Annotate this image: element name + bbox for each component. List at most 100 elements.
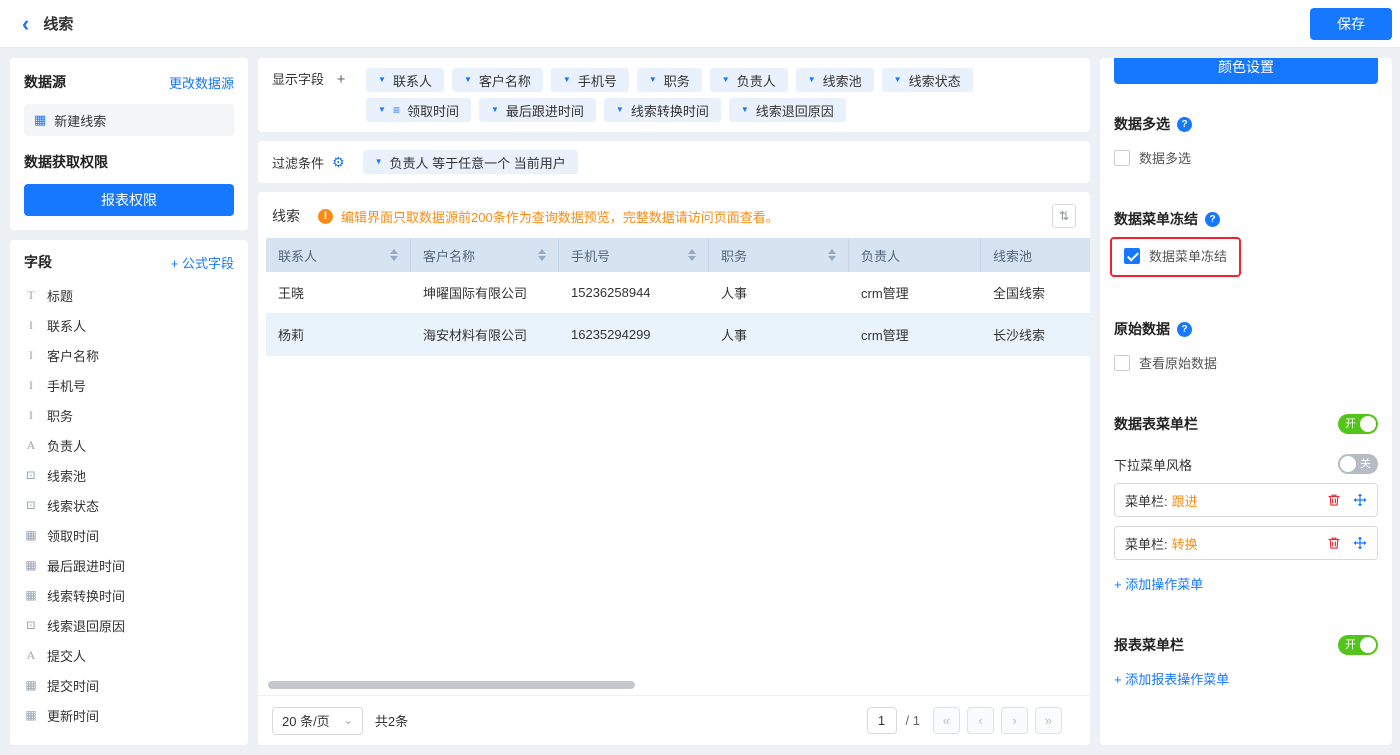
sort-order-button[interactable]: ⇅	[1052, 204, 1076, 228]
field-item[interactable]: I 联系人	[24, 310, 234, 340]
multi-select-checkbox-row[interactable]: 数据多选	[1114, 148, 1378, 167]
report-menu-section: 报表菜单栏 开 + 添加报表操作菜单	[1114, 635, 1378, 688]
first-page-button[interactable]: «	[933, 707, 960, 734]
field-item[interactable]: ⊡ 线索池	[24, 460, 234, 490]
field-chip[interactable]: ▼ 最后跟进时间	[479, 98, 596, 122]
data-permission-title: 数据获取权限	[24, 152, 234, 172]
help-icon[interactable]: ?	[1177, 117, 1192, 132]
save-button[interactable]: 保存	[1310, 8, 1392, 40]
raw-data-checkbox-row[interactable]: 查看原始数据	[1114, 353, 1378, 372]
report-menu-toggle[interactable]: 开	[1338, 635, 1378, 655]
filter-condition-chip[interactable]: ▼ 负责人 等于任意一个 当前用户	[363, 150, 578, 174]
field-chip[interactable]: ▼ 线索状态	[882, 68, 973, 92]
field-chip[interactable]: ▼ 线索退回原因	[729, 98, 846, 122]
menu-freeze-title: 数据菜单冻结	[1114, 209, 1198, 229]
table-header-row: 联系人 客户名称 手机号 职务	[266, 238, 1090, 272]
filter-label: 过滤条件	[272, 153, 324, 172]
help-icon[interactable]: ?	[1205, 212, 1220, 227]
datasource-item[interactable]: ▦ 新建线索	[24, 104, 234, 136]
fields-title: 字段	[24, 252, 52, 272]
select-icon: ⊡	[24, 498, 38, 513]
multi-select-title: 数据多选	[1114, 114, 1170, 134]
trash-icon[interactable]	[1327, 493, 1341, 507]
color-settings-button[interactable]: 颜色设置	[1114, 58, 1378, 84]
field-chip[interactable]: ▼ ≡ 领取时间	[366, 98, 471, 122]
move-icon[interactable]	[1353, 536, 1367, 550]
left-sidebar: 数据源 更改数据源 ▦ 新建线索 数据获取权限 报表权限 字段 + 公式字段 T…	[10, 58, 248, 745]
menu-freeze-section: 数据菜单冻结 ? 数据菜单冻结	[1114, 209, 1378, 277]
next-page-button[interactable]: ›	[1001, 707, 1028, 734]
column-sorter-icon[interactable]	[688, 249, 696, 261]
column-header[interactable]: 负责人	[849, 238, 981, 272]
page-title: 线索	[43, 13, 73, 34]
column-sorter-icon[interactable]	[538, 249, 546, 261]
field-item[interactable]: I 手机号	[24, 370, 234, 400]
page-size-select[interactable]: 20 条/页 ⌄	[272, 707, 363, 735]
field-item[interactable]: A 负责人	[24, 430, 234, 460]
table-row[interactable]: 王晓 坤曜国际有限公司 15236258944 人事 crm管理 全国线索	[266, 272, 1090, 314]
text-icon: I	[24, 408, 38, 423]
raw-data-section: 原始数据 ? 查看原始数据	[1114, 319, 1378, 372]
field-chip[interactable]: ▼ 线索池	[796, 68, 874, 92]
field-item[interactable]: I 客户名称	[24, 340, 234, 370]
help-icon[interactable]: ?	[1177, 322, 1192, 337]
field-item[interactable]: ▦ 领取时间	[24, 520, 234, 550]
checkbox-checked[interactable]	[1124, 248, 1140, 264]
settings-panel: 颜色设置 数据多选 ? 数据多选 数据菜单冻结 ? 数据菜单冻结	[1100, 58, 1392, 745]
field-item[interactable]: I 职务	[24, 400, 234, 430]
last-page-button[interactable]: »	[1035, 707, 1062, 734]
add-report-action-menu-link[interactable]: + 添加报表操作菜单	[1114, 669, 1229, 688]
move-icon[interactable]	[1353, 493, 1367, 507]
field-chip[interactable]: ▼ 手机号	[551, 68, 629, 92]
chevron-down-icon: ▼	[722, 76, 730, 84]
field-item[interactable]: ⊡ 线索退回原因	[24, 610, 234, 640]
column-sorter-icon[interactable]	[828, 249, 836, 261]
field-item[interactable]: ▦ 更新时间	[24, 700, 234, 730]
prev-page-button[interactable]: ‹	[967, 707, 994, 734]
checkbox-unchecked[interactable]	[1114, 355, 1130, 371]
field-item[interactable]: ▦ 线索转换时间	[24, 580, 234, 610]
add-display-field-button[interactable]: +	[334, 68, 348, 122]
column-header[interactable]: 职务	[709, 238, 849, 272]
menu-freeze-checkbox-row[interactable]: 数据菜单冻结	[1124, 246, 1227, 265]
dropdown-style-toggle[interactable]: 关	[1338, 454, 1378, 474]
field-item[interactable]: T 标题	[24, 280, 234, 310]
field-chip[interactable]: ▼ 联系人	[366, 68, 444, 92]
toggle-knob	[1340, 456, 1356, 472]
display-fields-label: 显示字段	[272, 68, 324, 122]
chevron-down-icon: ▼	[464, 76, 472, 84]
field-chip[interactable]: ▼ 负责人	[710, 68, 788, 92]
table-menu-title: 数据表菜单栏	[1114, 414, 1198, 434]
column-header[interactable]: 联系人	[266, 238, 411, 272]
chevron-down-icon: ⌄	[344, 714, 353, 727]
gear-icon[interactable]: ⚙	[332, 154, 345, 171]
field-item[interactable]: ▦ 最后跟进时间	[24, 550, 234, 580]
fields-panel: 字段 + 公式字段 T 标题 I 联系人 I 客户名称 I 手机号	[10, 240, 248, 745]
field-chip[interactable]: ▼ 职务	[637, 68, 702, 92]
raw-data-title: 原始数据	[1114, 319, 1170, 339]
field-chip[interactable]: ▼ 线索转换时间	[604, 98, 721, 122]
add-formula-field-link[interactable]: + 公式字段	[171, 253, 234, 272]
add-action-menu-link[interactable]: + 添加操作菜单	[1114, 574, 1203, 593]
field-item[interactable]: A 提交人	[24, 640, 234, 670]
field-item[interactable]: ⊡ 线索状态	[24, 490, 234, 520]
current-page-input[interactable]: 1	[867, 707, 897, 734]
report-permission-button[interactable]: 报表权限	[24, 184, 234, 216]
menu-bar-item: 菜单栏: 跟进	[1114, 483, 1378, 517]
back-icon[interactable]: ‹	[22, 13, 29, 35]
column-header[interactable]: 线索池	[981, 238, 1090, 272]
change-datasource-link[interactable]: 更改数据源	[169, 73, 234, 92]
trash-icon[interactable]	[1327, 536, 1341, 550]
column-sorter-icon[interactable]	[390, 249, 398, 261]
table-row[interactable]: 杨莉 海安材料有限公司 16235294299 人事 crm管理 长沙线索	[266, 314, 1090, 356]
chevron-down-icon: ▼	[894, 76, 902, 84]
checkbox-unchecked[interactable]	[1114, 150, 1130, 166]
field-chip[interactable]: ▼ 客户名称	[452, 68, 543, 92]
report-menu-title: 报表菜单栏	[1114, 635, 1184, 655]
table-menu-toggle[interactable]: 开	[1338, 414, 1378, 434]
column-header[interactable]: 手机号	[559, 238, 709, 272]
calendar-icon: ▦	[24, 528, 38, 543]
column-header[interactable]: 客户名称	[411, 238, 559, 272]
field-item[interactable]: ▦ 提交时间	[24, 670, 234, 700]
horizontal-scrollbar[interactable]	[268, 681, 635, 689]
